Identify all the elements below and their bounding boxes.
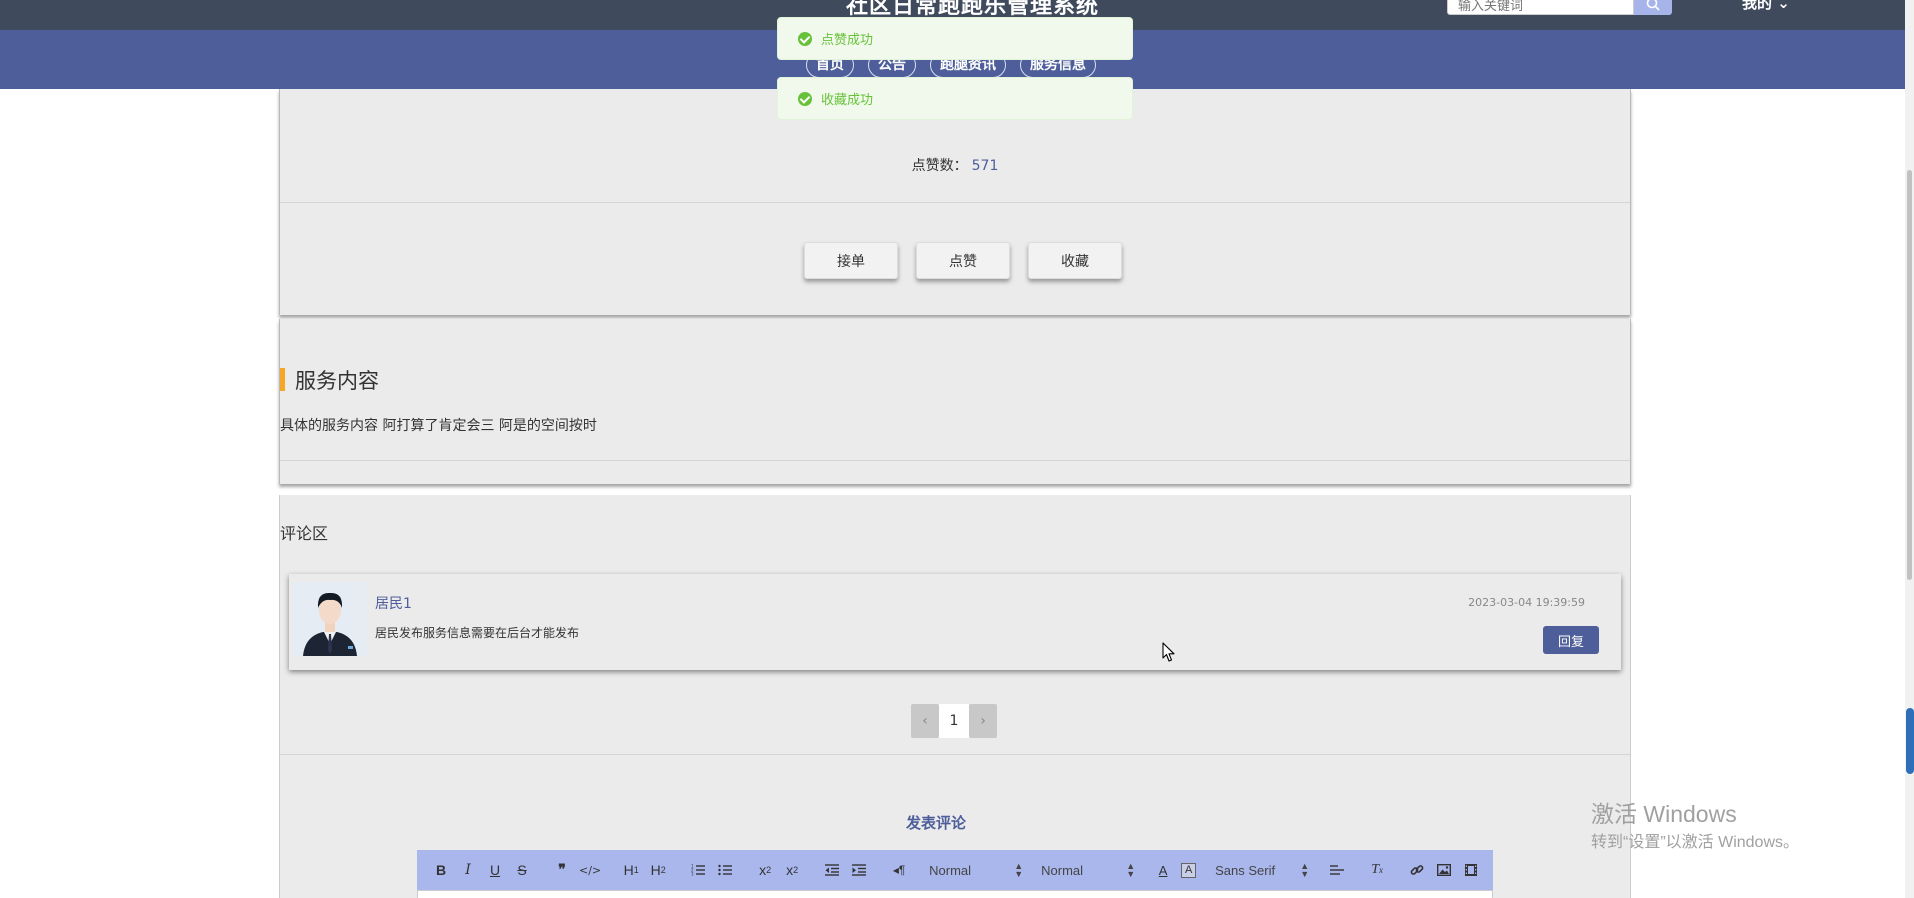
divider: [280, 460, 1630, 461]
ordered-list-icon[interactable]: 123: [688, 860, 708, 880]
reply-button[interactable]: 回复: [1543, 626, 1599, 654]
image-icon[interactable]: [1434, 860, 1454, 880]
editor-toolbar: B I U S ❞ </> H1 H2 123 x2 x2 ◂¶ Normal ▲…: [417, 850, 1493, 890]
rtl-direction-icon[interactable]: ◂¶: [889, 860, 909, 880]
strike-button[interactable]: S: [512, 860, 532, 880]
select-arrows-icon: ▲ ▼: [1300, 861, 1310, 879]
divider: [280, 754, 1630, 755]
select-arrows-icon: ▲ ▼: [1126, 861, 1136, 879]
comment-editor[interactable]: [417, 890, 1493, 898]
italic-button[interactable]: I: [458, 860, 478, 880]
action-buttons: 接单 点赞 收藏: [804, 242, 1122, 279]
comment-text: 居民发布服务信息需要在后台才能发布: [375, 626, 580, 640]
clear-format-icon[interactable]: Tx: [1367, 860, 1387, 880]
comment-author[interactable]: 居民1: [375, 593, 412, 613]
page-number[interactable]: 1: [939, 704, 969, 738]
post-comment-title: 发表评论: [905, 814, 966, 832]
user-menu[interactable]: 我的 ⌄: [1742, 0, 1790, 13]
link-icon[interactable]: [1407, 860, 1427, 880]
toast-text: 收藏成功: [821, 93, 874, 108]
h1-button[interactable]: H1: [621, 860, 641, 880]
comment-time: 2023-03-04 19:39:59: [1468, 596, 1585, 609]
toast-like-success: 点赞成功: [777, 17, 1133, 60]
indent-icon[interactable]: [849, 860, 869, 880]
comments-panel: 评论区 居民1 居民发布服务信息需要在后台才能发布 2023-03-04 19:…: [279, 495, 1631, 898]
service-content: 具体的服务内容 阿打算了肯定会三 阿是的空间按时: [280, 418, 597, 434]
favorite-button[interactable]: 收藏: [1028, 242, 1122, 279]
size-select[interactable]: Normal ▲ ▼: [929, 861, 1024, 879]
search-input[interactable]: [1447, 0, 1634, 15]
comment-item: 居民1 居民发布服务信息需要在后台才能发布 2023-03-04 19:39:5…: [289, 574, 1621, 670]
font-select[interactable]: Sans Serif ▲ ▼: [1215, 861, 1310, 879]
scrollbar-thumb[interactable]: [1907, 170, 1912, 580]
superscript-button[interactable]: x2: [782, 860, 802, 880]
bold-button[interactable]: B: [431, 860, 451, 880]
outdent-icon[interactable]: [822, 860, 842, 880]
next-page-button[interactable]: ›: [969, 704, 997, 738]
likes-value: 571: [971, 158, 999, 174]
font-select-value: Sans Serif: [1215, 862, 1276, 878]
windows-watermark-subtitle: 转到“设置”以激活 Windows。: [1591, 834, 1800, 851]
bullet-list-icon[interactable]: [715, 860, 735, 880]
header-select[interactable]: Normal ▲ ▼: [1041, 861, 1136, 879]
likes-label: 点赞数：: [911, 158, 968, 174]
svg-text:3: 3: [691, 872, 694, 877]
avatar-image: [293, 582, 367, 656]
pagination: ‹ 1 ›: [911, 704, 997, 738]
code-block-icon[interactable]: </>: [579, 860, 601, 880]
divider: [280, 202, 1630, 203]
blockquote-icon[interactable]: ❞: [552, 860, 572, 880]
avatar: [293, 582, 367, 656]
size-select-value: Normal: [929, 862, 972, 878]
prev-page-button[interactable]: ‹: [911, 704, 939, 738]
toast-text: 点赞成功: [821, 33, 874, 48]
comments-heading: 评论区: [280, 524, 329, 543]
success-check-icon: [798, 91, 812, 106]
select-arrows-icon: ▲ ▼: [1014, 861, 1024, 879]
service-panel: 服务内容 具体的服务内容 阿打算了肯定会三 阿是的空间按时: [279, 319, 1631, 484]
underline-button[interactable]: U: [485, 860, 505, 880]
section-marker: [280, 368, 285, 391]
h2-button[interactable]: H2: [648, 860, 668, 880]
success-check-icon: [798, 31, 812, 46]
header-select-value: Normal: [1041, 862, 1084, 878]
detail-panel: 点赞数： 571 接单 点赞 收藏: [279, 89, 1631, 315]
likes-count: 点赞数： 571: [280, 155, 1630, 175]
toast-favorite-success: 收藏成功: [777, 77, 1133, 120]
background-color-icon[interactable]: A: [1181, 862, 1197, 878]
windows-watermark-title: 激活 Windows: [1591, 801, 1737, 827]
scroll-indicator: [1906, 708, 1914, 774]
mouse-cursor-icon: [1162, 642, 1175, 662]
font-color-icon[interactable]: A: [1153, 860, 1173, 880]
section-title: 服务内容: [295, 369, 379, 393]
search-icon: [1646, 0, 1660, 11]
like-button[interactable]: 点赞: [916, 242, 1010, 279]
subscript-button[interactable]: x2: [755, 860, 775, 880]
align-icon[interactable]: [1327, 860, 1347, 880]
accept-order-button[interactable]: 接单: [804, 242, 898, 279]
search-button[interactable]: [1634, 0, 1672, 15]
video-icon[interactable]: [1461, 860, 1481, 880]
